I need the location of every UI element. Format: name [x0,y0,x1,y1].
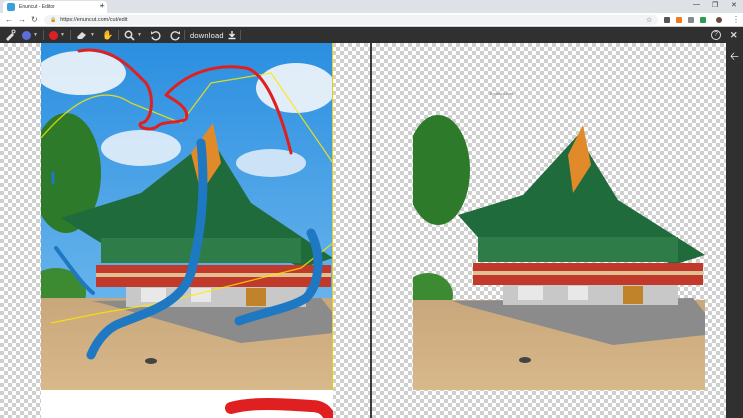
browser-tab[interactable]: Enuncut - Editor × [3,1,107,13]
preview-photo: Enuncut.com [413,65,705,390]
undo-button[interactable] [150,29,161,41]
eraser-tool[interactable]: ▼ [76,29,95,41]
help-icon: ? [711,30,721,40]
toolbar-divider [240,30,241,40]
remove-brush-tool[interactable]: ▼ [49,29,65,41]
toolbar-divider [70,30,71,40]
reload-button[interactable]: ↻ [31,15,38,24]
magic-pen-tool[interactable] [4,29,16,41]
eraser-icon [77,32,86,39]
editor-workspace: Enuncut.com 🡠 [0,43,743,418]
browser-tab-strip: Enuncut - Editor × + — ❐ ✕ [0,0,743,13]
browser-navbar: ← → ↻ 🔒 https://enuncut.com/cut/edit ☆ ⋮ [0,13,743,27]
back-arrow-icon: 🡠 [730,51,739,63]
toolbar-divider [43,30,44,40]
chevron-down-icon: ▼ [33,32,38,38]
redo-icon [170,30,180,41]
hand-icon: ✋ [102,29,114,40]
keep-brush-tool[interactable]: ▼ [22,29,38,41]
right-sidebar: 🡠 [726,43,743,418]
blue-brush-icon [22,30,31,40]
download-button[interactable]: download [190,29,237,41]
app-window: Enuncut - Editor × + — ❐ ✕ ← → ↻ 🔒 https… [0,0,743,418]
watermark-text: Enuncut.com [490,91,514,96]
browser-menu-icon[interactable]: ⋮ [732,15,740,24]
address-bar[interactable]: 🔒 https://enuncut.com/cut/edit [44,15,658,25]
lock-icon: 🔒 [50,17,57,23]
sidebar-back-button[interactable]: 🡠 [728,51,741,64]
chevron-down-icon: ▼ [90,32,95,38]
undo-icon [151,30,161,41]
back-button[interactable]: ← [5,15,13,24]
new-tab-button[interactable]: + [100,1,105,10]
pan-tool[interactable]: ✋ [102,29,113,41]
cutout-preview [413,115,705,390]
zoom-tool[interactable]: ▼ [124,29,142,41]
profile-avatar[interactable] [716,17,722,23]
photo-with-strokes [41,43,332,390]
bookmark-star-icon[interactable]: ☆ [646,16,652,24]
magic-pen-icon [6,29,16,41]
magnifier-icon [124,30,135,41]
window-minimize-button[interactable]: — [693,1,700,8]
edit-photo-bottom[interactable] [41,390,333,418]
help-button[interactable]: ? [711,29,721,41]
download-icon [228,31,236,40]
download-label: download [190,30,224,40]
close-icon: ✕ [730,29,738,40]
url-text: https://enuncut.com/cut/edit [60,17,128,23]
window-maximize-button[interactable]: ❐ [712,1,718,9]
redo-button[interactable] [170,29,181,41]
close-editor-button[interactable]: ✕ [730,29,738,41]
chevron-down-icon: ▼ [137,32,142,38]
favicon-icon [7,3,15,11]
chevron-down-icon: ▼ [60,32,65,38]
forward-button[interactable]: → [18,15,26,24]
extension-icon[interactable] [700,17,706,23]
editor-toolbar: ▼ ▼ ▼ ✋ ▼ download ? ✕ [0,27,743,43]
extension-icon[interactable] [664,17,670,23]
edit-photo[interactable] [41,43,333,390]
red-brush-icon [49,30,58,40]
extension-icon[interactable] [676,17,682,23]
toolbar-divider [118,30,119,40]
window-close-button[interactable]: ✕ [731,1,737,9]
toolbar-divider [184,30,185,40]
remove-stroke-bottom [225,398,333,418]
tab-title: Enuncut - Editor [19,4,55,10]
extension-icon[interactable] [688,17,694,23]
